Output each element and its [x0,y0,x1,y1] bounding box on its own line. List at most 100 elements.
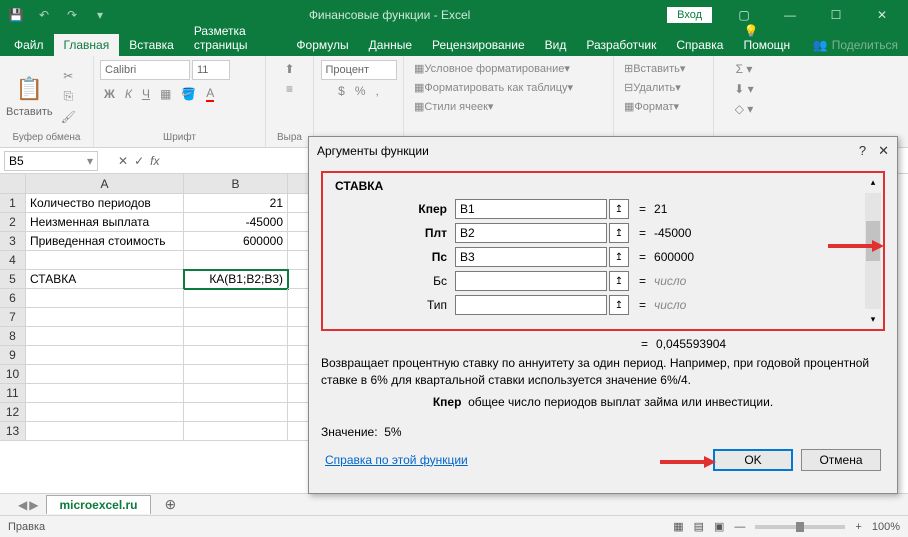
view-normal-icon[interactable]: ▦ [673,520,683,533]
cell[interactable] [184,346,288,365]
align-left-icon[interactable]: ≡ [282,80,297,98]
tab-data[interactable]: Данные [359,34,422,56]
percent-icon[interactable]: % [351,82,370,100]
cell[interactable]: -45000 [184,213,288,232]
dialog-help-link[interactable]: Справка по этой функции [325,453,468,467]
qat-more-icon[interactable]: ▾ [88,3,112,27]
dialog-close-icon[interactable]: ✕ [878,143,889,159]
cell[interactable] [184,365,288,384]
cell[interactable]: Количество периодов [26,194,184,213]
underline-icon[interactable]: Ч [138,85,154,103]
arg-input[interactable] [455,271,607,291]
cell[interactable]: СТАВКА [26,270,184,289]
range-select-icon[interactable]: ↥ [609,295,629,315]
redo-icon[interactable]: ↷ [60,3,84,27]
tab-developer[interactable]: Разработчик [576,34,666,56]
fill-color-icon[interactable]: 🪣 [177,85,200,103]
tab-review[interactable]: Рецензирование [422,34,535,56]
cell[interactable] [26,308,184,327]
cancel-button[interactable]: Отмена [801,449,881,471]
delete-cells-button[interactable]: ⊟ Удалить ▾ [620,79,685,96]
col-header[interactable]: A [26,174,184,194]
col-header[interactable]: B [184,174,288,194]
row-header[interactable]: 1 [0,194,26,213]
arg-input[interactable] [455,295,607,315]
login-button[interactable]: Вход [667,7,712,23]
align-top-icon[interactable]: ⬆ [280,60,298,78]
add-sheet-icon[interactable]: ⊕ [159,496,183,513]
cell[interactable]: Неизменная выплата [26,213,184,232]
tab-formulas[interactable]: Формулы [286,34,358,56]
save-icon[interactable]: 💾 [4,3,28,27]
name-box[interactable]: B5▾ [4,151,98,171]
row-header[interactable]: 4 [0,251,26,270]
share-button[interactable]: 👥 Поделиться [803,34,908,56]
zoom-in-icon[interactable]: + [855,521,861,533]
cell[interactable]: 600000 [184,232,288,251]
cell[interactable] [26,422,184,441]
tab-home[interactable]: Главная [54,34,120,56]
fill-icon[interactable]: ⬇ ▾ [730,80,757,98]
row-header[interactable]: 12 [0,403,26,422]
cell[interactable] [184,422,288,441]
conditional-format-button[interactable]: ▦ Условное форматирование ▾ [410,60,574,77]
row-header[interactable]: 5 [0,270,26,289]
tab-help[interactable]: Справка [666,34,733,56]
range-select-icon[interactable]: ↥ [609,199,629,219]
insert-cells-button[interactable]: ⊞ Вставить ▾ [620,60,689,77]
currency-icon[interactable]: $ [334,82,349,100]
cell[interactable]: КА(B1;B2;B3) [184,270,288,289]
zoom-level[interactable]: 100% [872,521,900,533]
arg-input[interactable] [455,247,607,267]
zoom-out-icon[interactable]: — [734,521,745,533]
undo-icon[interactable]: ↶ [32,3,56,27]
maximize-icon[interactable]: ☐ [814,1,858,29]
paste-icon[interactable]: 📋 [12,74,47,104]
autosum-icon[interactable]: Σ ▾ [732,60,757,78]
row-header[interactable]: 8 [0,327,26,346]
cancel-formula-icon[interactable]: ✕ [118,154,128,168]
cell[interactable] [184,384,288,403]
zoom-slider[interactable] [755,525,845,529]
clear-icon[interactable]: ◇ ▾ [731,100,758,118]
cell[interactable]: 21 [184,194,288,213]
cell[interactable] [26,289,184,308]
copy-icon[interactable]: ⎘ [57,87,80,106]
enter-formula-icon[interactable]: ✓ [134,154,144,168]
range-select-icon[interactable]: ↥ [609,223,629,243]
dialog-help-icon[interactable]: ? [859,143,866,159]
row-header[interactable]: 3 [0,232,26,251]
cell[interactable] [184,403,288,422]
ok-button[interactable]: OK [713,449,793,471]
row-header[interactable]: 7 [0,308,26,327]
cell[interactable] [184,308,288,327]
tab-view[interactable]: Вид [535,34,577,56]
format-as-table-button[interactable]: ▦ Форматировать как таблицу ▾ [410,79,577,96]
cell[interactable] [184,327,288,346]
format-cells-button[interactable]: ▦ Формат ▾ [620,98,683,115]
cell[interactable] [26,346,184,365]
sheet-tab[interactable]: microexcel.ru [46,495,150,514]
cell[interactable] [184,251,288,270]
cell[interactable] [26,384,184,403]
number-format-select[interactable] [321,60,397,80]
row-header[interactable]: 6 [0,289,26,308]
format-painter-icon[interactable]: 🖌 [57,108,80,126]
tab-file[interactable]: Файл [4,34,54,56]
tab-tellme[interactable]: 💡 Помощн [733,20,802,56]
range-select-icon[interactable]: ↥ [609,271,629,291]
cell[interactable] [26,403,184,422]
range-select-icon[interactable]: ↥ [609,247,629,267]
fx-icon[interactable]: fx [150,154,159,168]
close-icon[interactable]: ✕ [860,1,904,29]
font-size-select[interactable] [192,60,230,80]
bold-icon[interactable]: Ж [100,85,119,103]
cell[interactable] [26,365,184,384]
row-header[interactable]: 13 [0,422,26,441]
view-break-icon[interactable]: ▣ [714,520,724,533]
italic-icon[interactable]: К [121,85,136,103]
tab-insert[interactable]: Вставка [119,34,184,56]
select-all-corner[interactable] [0,174,26,194]
row-header[interactable]: 2 [0,213,26,232]
cell[interactable] [26,327,184,346]
